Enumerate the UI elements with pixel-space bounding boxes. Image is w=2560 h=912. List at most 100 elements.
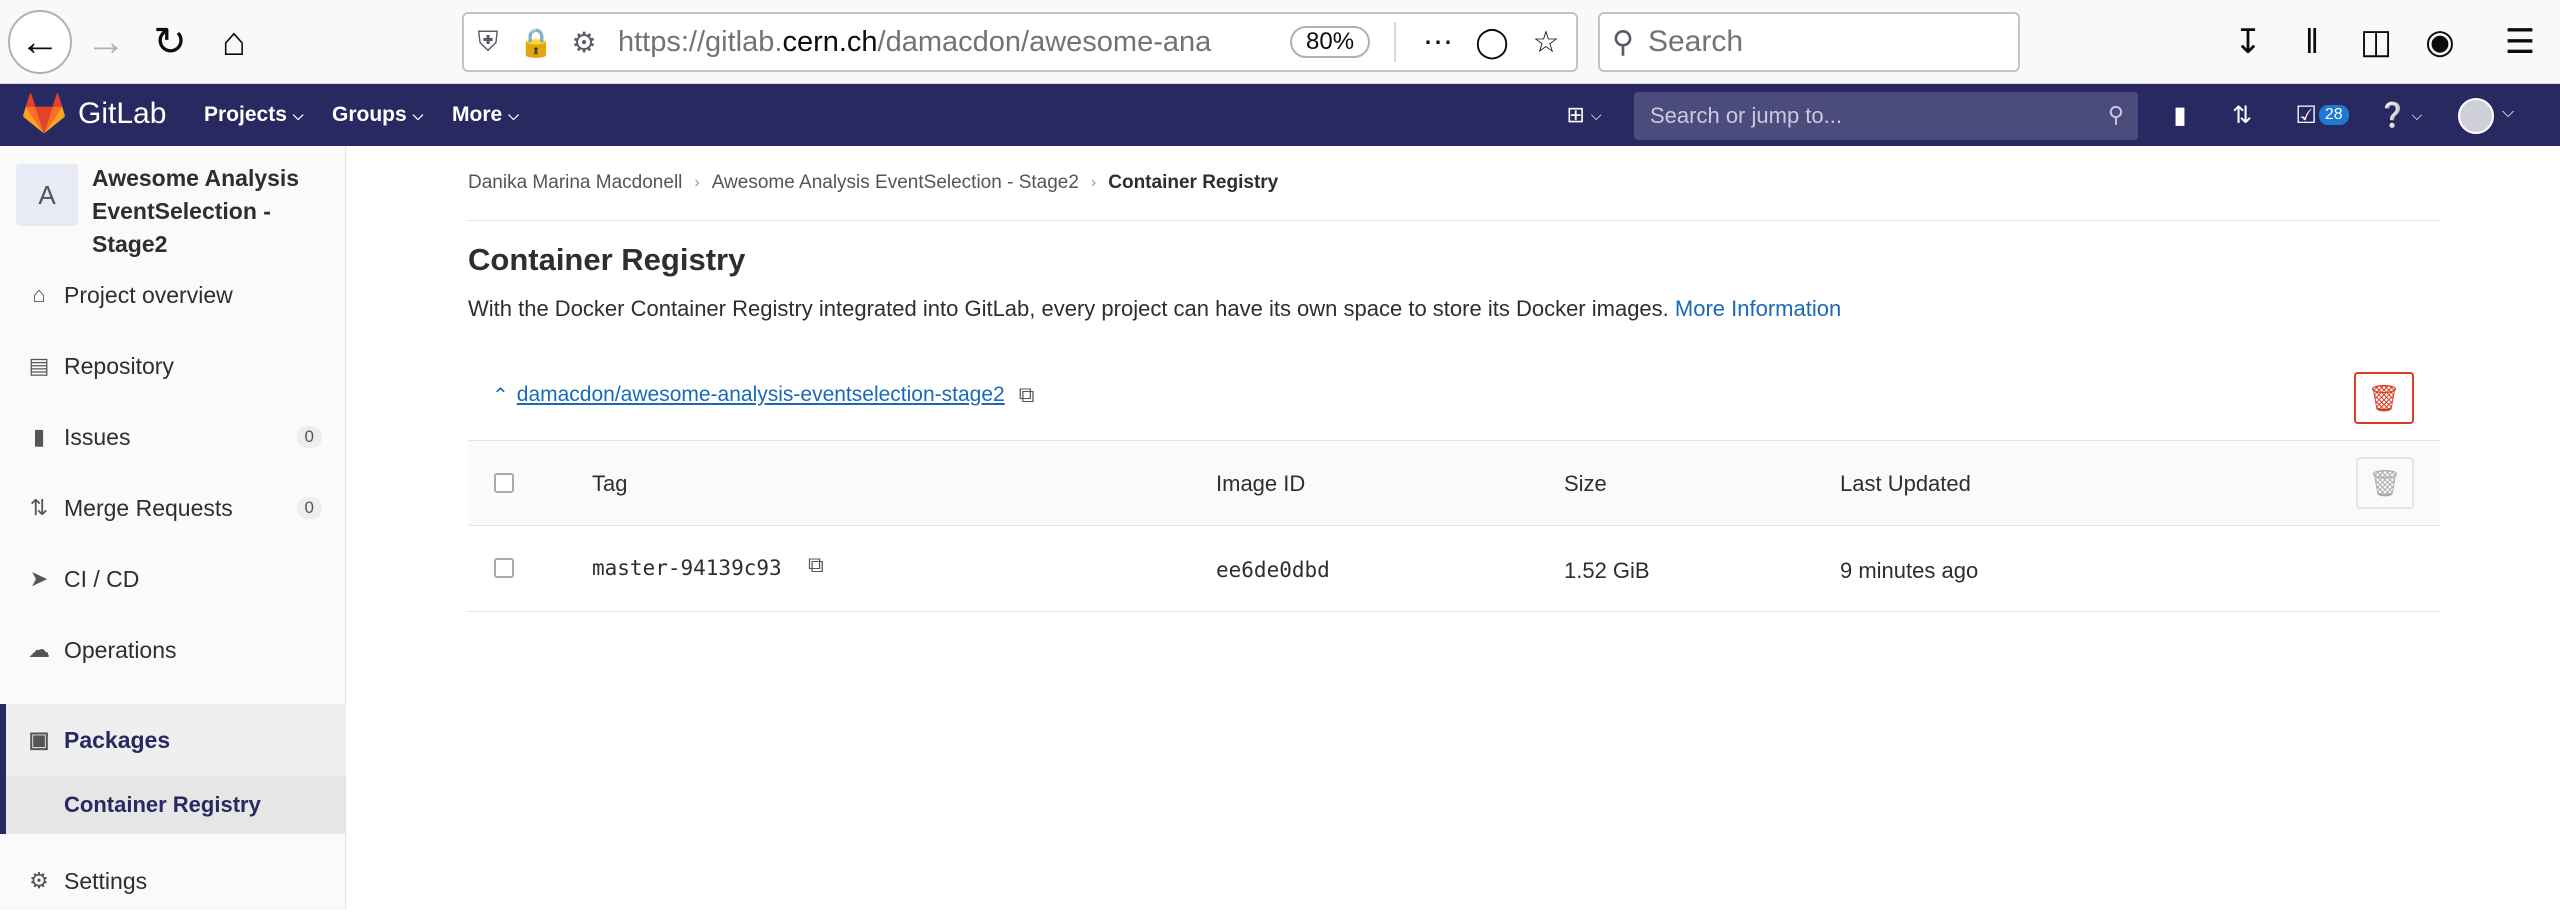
url-text[interactable]: https://gitlab.cern.ch/damacdon/awesome-… [618,26,1228,59]
library-icon[interactable]: ‖ [2282,12,2342,72]
more-actions-icon[interactable]: ⋯ [1414,20,1462,64]
trash-icon: 🗑 [2368,467,2402,498]
gitlab-logo[interactable]: GitLab [22,92,166,136]
issues-count-badge: 0 [296,426,322,448]
chevron-down-icon: ⌵ [412,106,424,123]
copy-icon[interactable]: ⧉ [808,552,824,578]
column-header-tag: Tag [592,471,628,496]
project-sidebar: A Awesome Analysis EventSelection - Stag… [0,146,346,910]
rocket-icon: ➤ [29,566,49,591]
search-icon: ⚲ [1612,25,1634,59]
package-icon: ▣ [28,727,50,752]
page-title: Container Registry [468,242,746,277]
sidebar-item-issues[interactable]: ▮ Issues 0 [0,406,346,468]
cloud-icon: ☁ [28,637,50,662]
sidebar-toggle-icon[interactable]: ◫ [2346,12,2406,72]
gitlab-brand-text: GitLab [78,97,167,130]
gear-icon: ⚙ [29,868,49,893]
chevron-down-icon: ⌵ [292,106,304,123]
sidebar-item-project-overview[interactable]: ⌂ Project overview [0,264,346,326]
browser-toolbar: ← → ↻ ⌂ ⛨ 🔒 ⚙ https://gitlab.cern.ch/dam… [0,0,2560,84]
sidebar-item-label: Settings [64,867,148,894]
breadcrumb-item-user[interactable]: Danika Marina Macdonell [468,172,682,194]
issues-icon: ▮ [32,424,46,449]
user-avatar[interactable] [2458,98,2494,134]
image-id: ee6de0dbd [1216,558,1330,582]
back-icon[interactable]: ← [8,10,72,74]
delete-selected-button[interactable]: 🗑 [2356,457,2414,509]
sidebar-subitem-container-registry[interactable]: Container Registry [0,776,346,834]
intro-text: With the Docker Container Registry integ… [468,296,1841,322]
breadcrumb-item-project[interactable]: Awesome Analysis EventSelection - Stage2 [712,172,1079,194]
merge-requests-nav-icon[interactable]: ⇅ [2222,98,2262,132]
delete-repository-button[interactable]: 🗑 [2354,372,2414,424]
breadcrumb-divider [468,220,2440,221]
copy-icon[interactable]: ⧉ [1019,382,1035,408]
sidebar-item-ci-cd[interactable]: ➤ CI / CD [0,548,346,610]
sidebar-item-label: Merge Requests [64,494,233,521]
todos-nav-button[interactable]: ☑ 28 [2290,98,2354,132]
row-checkbox[interactable] [494,558,514,578]
home-icon: ⌂ [32,282,46,307]
chevron-up-icon[interactable]: ⌃ [492,383,509,408]
sidebar-item-packages[interactable]: ▣ Packages [0,704,346,776]
project-name[interactable]: Awesome Analysis EventSelection - Stage2 [92,162,342,261]
pocket-icon[interactable]: ◯ [1468,20,1516,64]
merge-requests-count-badge: 0 [296,497,322,519]
merge-icon: ⇅ [29,495,49,520]
permissions-icon[interactable]: ⚙ [560,14,608,70]
more-information-link[interactable]: More Information [1675,296,1841,321]
lock-icon[interactable]: 🔒 [512,14,560,70]
breadcrumb: Danika Marina Macdonell › Awesome Analys… [468,172,1278,194]
shield-icon[interactable]: ⛨ [464,14,512,70]
table-header: Tag Image ID Size Last Updated 🗑 [468,440,2440,526]
download-icon[interactable]: ↧ [2218,12,2278,72]
zoom-badge[interactable]: 80% [1290,26,1371,58]
hamburger-menu-icon[interactable]: ☰ [2490,12,2550,72]
sidebar-item-merge-requests[interactable]: ⇅ Merge Requests 0 [0,477,346,539]
sidebar-item-operations[interactable]: ☁ Operations [0,619,346,681]
help-dropdown[interactable]: ❔ ⌵ [2372,98,2428,132]
url-bar[interactable]: ⛨ 🔒 ⚙ https://gitlab.cern.ch/damacdon/aw… [462,12,1578,72]
column-header-image-id: Image ID [1216,471,1306,496]
chevron-down-icon[interactable]: ⌵ [2502,104,2514,122]
chevron-right-icon: › [694,174,700,191]
issues-nav-icon[interactable]: ▮ [2160,98,2200,132]
account-icon[interactable]: ◉ [2410,12,2470,72]
project-avatar[interactable]: A [16,164,78,226]
browser-search-placeholder: Search [1647,25,1744,58]
chevron-down-icon: ⌵ [1590,106,1602,123]
gitlab-search-input[interactable]: Search or jump to... ⚲ [1634,92,2138,140]
chevron-down-icon: ⌵ [2411,106,2423,123]
sidebar-item-label: Operations [64,636,177,663]
forward-icon[interactable]: → [74,10,138,74]
sidebar-item-label: Issues [64,423,131,450]
menu-projects[interactable]: Projects ⌵ [204,84,304,146]
tag-name: master-94139c93 [592,556,782,580]
sidebar-item-settings[interactable]: ⚙ Settings [0,850,346,912]
url-divider [1394,22,1396,62]
last-updated: 9 minutes ago [1840,558,1979,583]
browser-search-input[interactable]: ⚲ Search [1598,12,2020,72]
column-header-size: Size [1564,471,1607,496]
home-icon[interactable]: ⌂ [202,10,266,74]
menu-more[interactable]: More ⌵ [452,84,519,146]
sidebar-item-repository[interactable]: ▤ Repository [0,335,346,397]
reload-icon[interactable]: ↻ [138,10,202,74]
menu-groups[interactable]: Groups ⌵ [332,84,423,146]
breadcrumb-item-current[interactable]: Container Registry [1108,172,1278,194]
image-size: 1.52 GiB [1564,558,1650,583]
new-item-dropdown[interactable]: ⊞ ⌵ [1556,100,1612,130]
gitlab-search-placeholder: Search or jump to... [1650,103,1842,128]
plus-square-icon: ⊞ [1566,102,1585,127]
project-header[interactable]: A Awesome Analysis EventSelection - Stag… [16,164,342,261]
sidebar-item-label: Packages [64,726,171,753]
repository-path-link[interactable]: damacdon/awesome-analysis-eventselection… [517,383,1005,407]
intro-description: With the Docker Container Registry integ… [468,296,1669,321]
column-header-last-updated: Last Updated [1840,471,1971,496]
bookmark-star-icon[interactable]: ☆ [1522,20,1570,64]
table-row: master-94139c93 ⧉ ee6de0dbd 1.52 GiB 9 m… [468,526,2440,612]
sidebar-item-label: Project overview [64,281,233,308]
sidebar-item-label: Repository [64,352,174,379]
select-all-checkbox[interactable] [494,473,514,493]
